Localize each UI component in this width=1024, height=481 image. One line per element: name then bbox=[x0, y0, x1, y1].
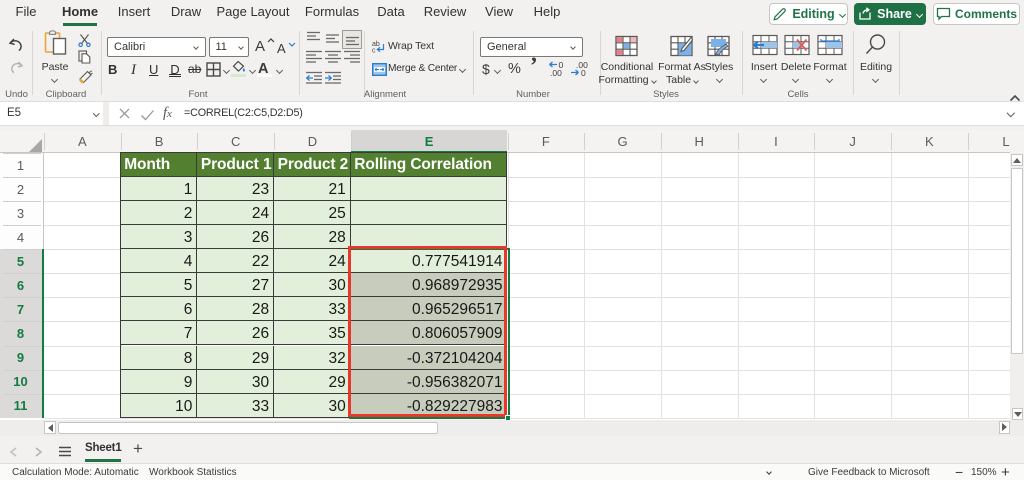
svg-text:0: 0 bbox=[581, 68, 586, 77]
svg-text:.00: .00 bbox=[550, 68, 562, 77]
svg-text:c: c bbox=[372, 48, 376, 54]
